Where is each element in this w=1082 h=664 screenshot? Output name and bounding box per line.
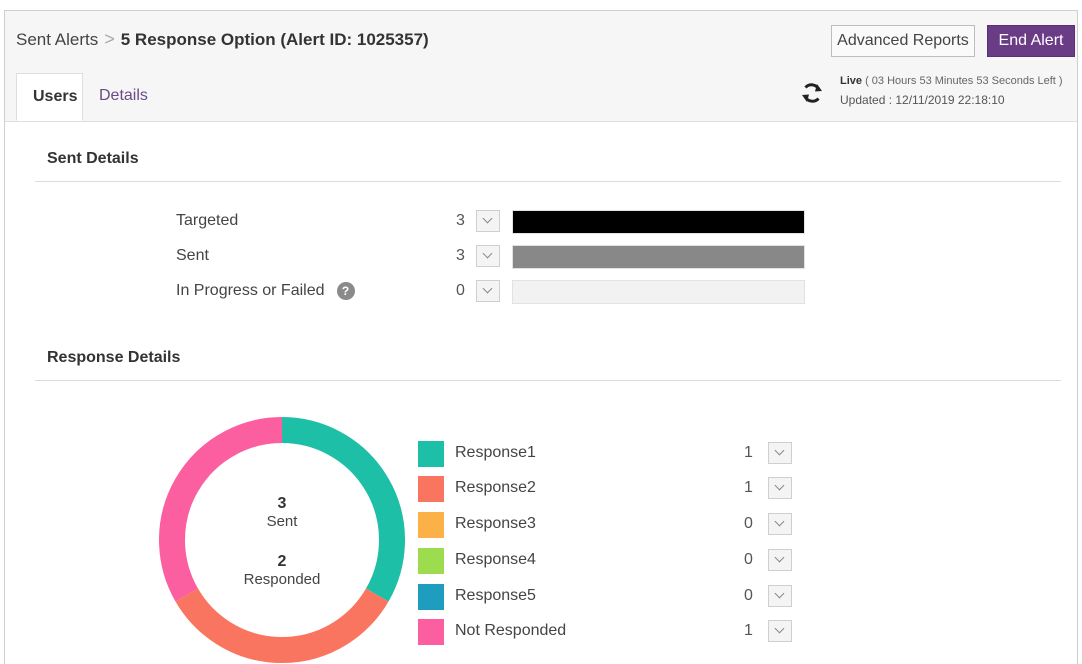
legend-count: 1 xyxy=(744,622,753,639)
response4-expand-dropdown[interactable] xyxy=(768,549,792,571)
end-alert-button[interactable]: End Alert xyxy=(987,25,1075,57)
breadcrumb-separator: > xyxy=(104,29,115,49)
legend-label: Response5 xyxy=(455,587,536,604)
response3-expand-dropdown[interactable] xyxy=(768,513,792,535)
alert-report-panel: Sent Alerts >5 Response Option (Alert ID:… xyxy=(4,10,1078,664)
time-left-value: ( 03 Hours 53 Minutes 53 Seconds Left ) xyxy=(862,75,1063,87)
divider xyxy=(35,380,1061,381)
response2-expand-dropdown[interactable] xyxy=(768,477,792,499)
sent-details-heading: Sent Details xyxy=(47,150,139,167)
sent-expand-dropdown[interactable] xyxy=(476,245,500,267)
page-title: 5 Response Option (Alert ID: 1025357) xyxy=(120,30,429,49)
legend-count: 0 xyxy=(744,587,753,604)
legend-label: Response4 xyxy=(455,551,536,568)
in-progress-label: In Progress or Failed? xyxy=(176,282,355,300)
in-progress-label-text: In Progress or Failed xyxy=(176,282,325,300)
donut-sent-count: 3 xyxy=(277,495,287,512)
refresh-icon[interactable] xyxy=(800,81,824,105)
legend-label: Not Responded xyxy=(455,622,567,639)
donut-responded-label: Responded xyxy=(243,571,321,588)
in-progress-count: 0 xyxy=(456,282,465,299)
legend-swatch xyxy=(418,512,444,538)
targeted-label: Targeted xyxy=(176,212,239,229)
legend-swatch xyxy=(418,584,444,610)
tab-details[interactable]: Details xyxy=(83,73,164,121)
divider xyxy=(35,181,1061,182)
breadcrumb-sent-alerts-link[interactable]: Sent Alerts xyxy=(16,30,98,49)
breadcrumb: Sent Alerts >5 Response Option (Alert ID:… xyxy=(16,29,429,50)
targeted-bar-fill xyxy=(513,211,804,233)
page-header: Sent Alerts >5 Response Option (Alert ID:… xyxy=(5,11,1077,122)
sent-total: 3 Sent xyxy=(159,495,405,530)
targeted-expand-dropdown[interactable] xyxy=(476,210,500,232)
advanced-reports-button[interactable]: Advanced Reports xyxy=(831,25,975,57)
not-responded-expand-dropdown[interactable] xyxy=(768,620,792,642)
sent-label: Sent xyxy=(176,247,209,264)
donut-responded-count: 2 xyxy=(277,553,287,570)
legend-label: Response1 xyxy=(455,444,536,461)
responded-total: 2 Responded xyxy=(159,553,405,588)
legend-label: Response2 xyxy=(455,479,536,496)
in-progress-bar xyxy=(512,280,805,304)
legend-swatch xyxy=(418,441,444,467)
response5-expand-dropdown[interactable] xyxy=(768,585,792,607)
sent-bar-fill xyxy=(513,246,804,268)
response1-expand-dropdown[interactable] xyxy=(768,442,792,464)
updated-timestamp: Updated : 12/11/2019 22:18:10 xyxy=(840,93,1005,107)
legend-count: 1 xyxy=(744,479,753,496)
donut-sent-label: Sent xyxy=(266,513,298,530)
donut-segment-response2[interactable] xyxy=(175,588,389,663)
targeted-count: 3 xyxy=(456,212,465,229)
sent-bar xyxy=(512,245,805,269)
help-icon[interactable]: ? xyxy=(336,282,355,300)
live-label: Live xyxy=(840,75,863,87)
legend-swatch xyxy=(418,619,444,645)
live-status: Live ( 03 Hours 53 Minutes 53 Seconds Le… xyxy=(800,75,1075,115)
legend-label: Response3 xyxy=(455,515,536,532)
legend-count: 0 xyxy=(744,551,753,568)
response-details-heading: Response Details xyxy=(47,349,181,366)
response-donut-chart xyxy=(159,417,405,663)
legend-count: 0 xyxy=(744,515,753,532)
tab-users[interactable]: Users xyxy=(16,73,83,121)
in-progress-expand-dropdown[interactable] xyxy=(476,280,500,302)
legend-count: 1 xyxy=(744,444,753,461)
legend-swatch xyxy=(418,476,444,502)
time-left-text: Live ( 03 Hours 53 Minutes 53 Seconds Le… xyxy=(840,75,1063,87)
legend-swatch xyxy=(418,548,444,574)
sent-count: 3 xyxy=(456,247,465,264)
targeted-bar xyxy=(512,210,805,234)
